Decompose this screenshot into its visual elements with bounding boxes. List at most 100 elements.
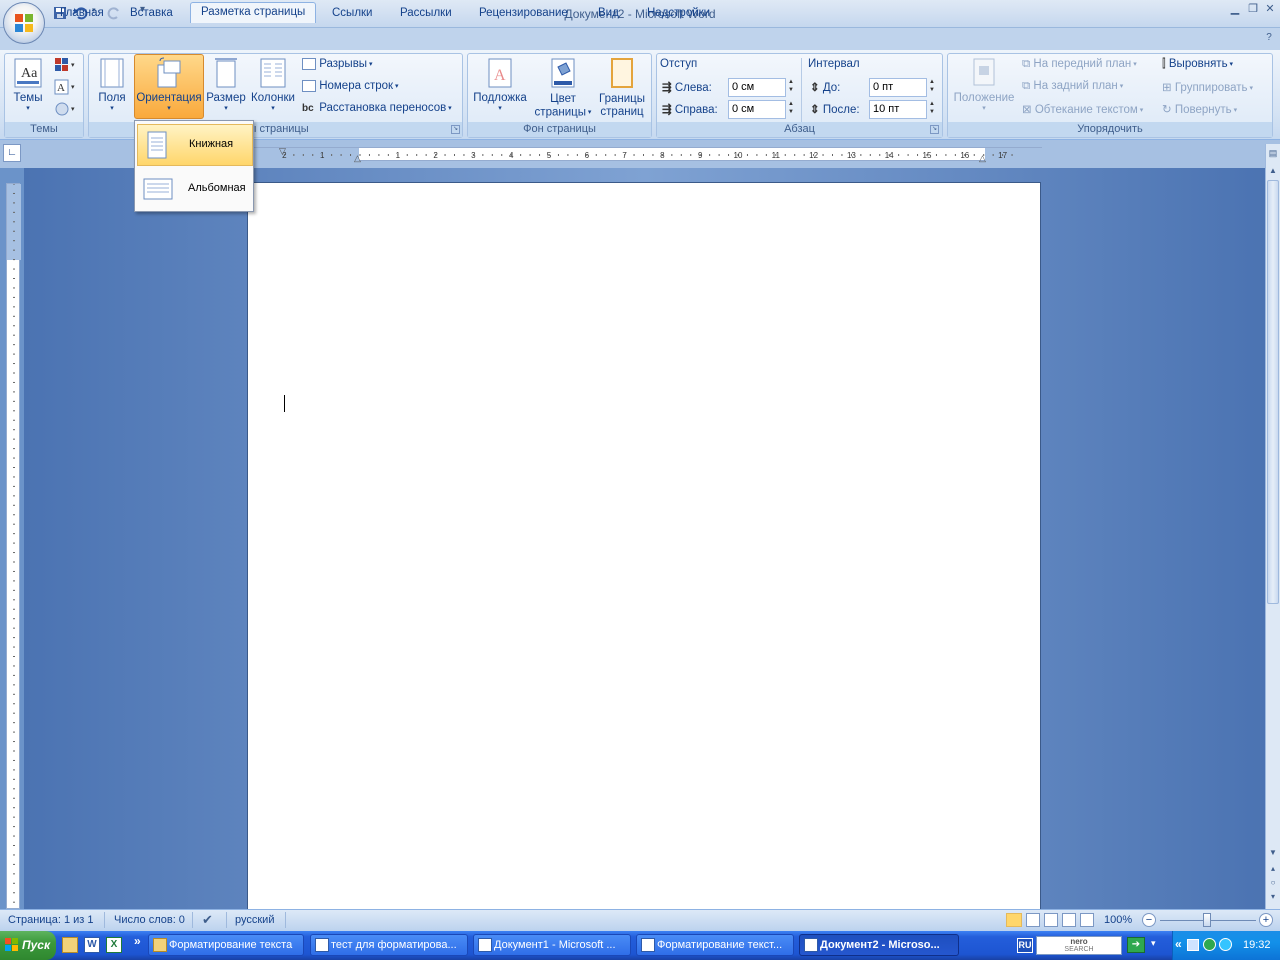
word-doc-icon bbox=[804, 938, 818, 952]
spacing-after-input[interactable]: 10 пт bbox=[869, 100, 927, 119]
proofing-icon[interactable]: ✔ bbox=[202, 912, 213, 928]
prev-page-icon[interactable]: ▴ bbox=[1267, 864, 1279, 876]
watermark-button[interactable]: A Подложка ▾ bbox=[472, 57, 528, 112]
tab-page-layout[interactable]: Разметка страницы bbox=[190, 2, 317, 23]
send-back-button[interactable]: ⧉ На задний план ▾ bbox=[1022, 80, 1123, 93]
group-button[interactable]: ⊞ Группировать ▾ bbox=[1162, 80, 1253, 94]
taskbar-item-2[interactable]: Документ1 - Microsoft ... bbox=[473, 934, 631, 956]
page-count[interactable]: Страница: 1 из 1 bbox=[8, 914, 94, 926]
view-ruler-icon[interactable]: ▤ bbox=[1267, 148, 1279, 162]
tab-addins[interactable]: Надстройки bbox=[637, 4, 720, 22]
theme-effects-icon[interactable]: ▾ bbox=[54, 101, 78, 117]
rotate-button[interactable]: ↻ Повернуть ▾ bbox=[1162, 102, 1237, 116]
vertical-ruler[interactable] bbox=[6, 183, 21, 909]
indent-right-text: Справа: bbox=[674, 104, 718, 116]
first-indent-marker[interactable]: ▽ bbox=[279, 146, 286, 157]
size-button[interactable]: Размер ▾ bbox=[206, 57, 246, 112]
divider bbox=[801, 58, 802, 122]
indent-left-spinner[interactable]: ▲ ▼ bbox=[786, 78, 796, 94]
indent-right-spinner[interactable]: ▲ ▼ bbox=[786, 100, 796, 116]
indent-right-input[interactable]: 0 см bbox=[728, 100, 786, 119]
wrap-text-button[interactable]: ⊠ Обтекание текстом ▾ bbox=[1022, 102, 1143, 116]
tab-home[interactable]: Главная bbox=[50, 4, 114, 22]
page-borders-button[interactable]: Границы страниц bbox=[596, 57, 648, 119]
minimize-button[interactable]: ▁ bbox=[1226, 2, 1244, 16]
indent-left-input[interactable]: 0 см bbox=[728, 78, 786, 97]
network-icon[interactable] bbox=[1187, 939, 1199, 951]
nero-search-box[interactable]: nero SEARCH bbox=[1036, 936, 1122, 955]
language-indicator[interactable]: RU bbox=[1017, 938, 1033, 953]
themes-button[interactable]: Aa Темы ▾ bbox=[8, 57, 48, 112]
line-numbers-button[interactable]: Номера строк ▾ bbox=[302, 80, 399, 92]
horizontal-ruler[interactable]: 211234567891011121314151617 bbox=[246, 147, 1043, 162]
web-layout-icon[interactable] bbox=[1044, 913, 1058, 927]
next-page-icon[interactable]: ▾ bbox=[1267, 892, 1279, 904]
restore-button[interactable]: ❐ bbox=[1244, 2, 1262, 16]
close-button[interactable]: ✕ bbox=[1261, 2, 1279, 16]
messenger-icon[interactable] bbox=[1219, 938, 1232, 951]
taskbar-item-0[interactable]: Форматирование текста bbox=[148, 934, 304, 956]
draft-icon[interactable] bbox=[1080, 913, 1094, 927]
indent-left-icon: ⇶ bbox=[662, 82, 672, 94]
word-count[interactable]: Число слов: 0 bbox=[114, 914, 185, 926]
tab-selector[interactable]: ∟ bbox=[3, 144, 21, 162]
tab-insert[interactable]: Вставка bbox=[120, 4, 183, 22]
taskbar-item-4[interactable]: Документ2 - Microso... bbox=[799, 934, 959, 956]
quicklaunch-more-icon[interactable]: » bbox=[134, 934, 141, 948]
tab-review[interactable]: Рецензирование bbox=[469, 4, 578, 22]
browse-object-icon[interactable]: ○ bbox=[1267, 878, 1279, 890]
help-icon[interactable]: ? bbox=[1262, 32, 1276, 46]
breaks-button[interactable]: Разрывы ▾ bbox=[302, 58, 373, 70]
orientation-landscape[interactable]: Альбомная bbox=[137, 168, 253, 210]
themes-icon: Aa bbox=[14, 58, 42, 88]
taskbar-item-1[interactable]: тест для форматирова... bbox=[310, 934, 468, 956]
antivirus-icon[interactable] bbox=[1203, 938, 1216, 951]
start-button[interactable]: Пуск bbox=[0, 931, 56, 960]
scroll-up-icon[interactable]: ▲ bbox=[1267, 166, 1279, 178]
outline-icon[interactable] bbox=[1062, 913, 1076, 927]
indent-left-text: Слева: bbox=[674, 82, 712, 94]
vertical-scrollbar[interactable]: ▤ ▲ ▼ ▴ ○ ▾ bbox=[1265, 144, 1280, 910]
language[interactable]: русский bbox=[235, 914, 274, 926]
align-button[interactable]: ⫿ Выровнять ▾ bbox=[1162, 58, 1233, 71]
zoom-out-icon[interactable]: − bbox=[1142, 913, 1156, 927]
page-setup-launcher[interactable]: ↘ bbox=[451, 125, 460, 134]
scroll-thumb[interactable] bbox=[1267, 180, 1279, 604]
tab-references[interactable]: Ссылки bbox=[322, 4, 383, 22]
theme-colors-icon[interactable]: ▾ bbox=[54, 57, 78, 73]
hyphenation-button[interactable]: bc Расстановка переносов ▾ bbox=[302, 102, 452, 114]
spacing-before-input[interactable]: 0 пт bbox=[869, 78, 927, 97]
nero-go-icon[interactable]: ➔ bbox=[1127, 937, 1145, 953]
bring-front-button[interactable]: ⧉ На передний план ▾ bbox=[1022, 58, 1137, 71]
page-color-button[interactable]: Цвет страницы ▾ bbox=[532, 57, 594, 120]
orientation-button[interactable]: Ориентация ▾ bbox=[134, 54, 204, 119]
print-layout-icon[interactable] bbox=[1006, 913, 1022, 927]
position-button[interactable]: Положение ▾ bbox=[952, 57, 1016, 112]
theme-fonts-icon[interactable]: A ▾ bbox=[54, 79, 78, 95]
zoom-thumb[interactable] bbox=[1203, 913, 1211, 927]
taskbar-item-3[interactable]: Форматирование текст... bbox=[636, 934, 794, 956]
zoom-level[interactable]: 100% bbox=[1104, 914, 1132, 926]
clock[interactable]: 19:32 bbox=[1243, 939, 1271, 951]
office-button[interactable] bbox=[3, 2, 45, 44]
right-indent-marker[interactable]: △ bbox=[979, 153, 986, 164]
spacing-before-spinner[interactable]: ▲ ▼ bbox=[927, 78, 937, 94]
folder-quicklaunch-icon[interactable] bbox=[62, 937, 78, 953]
zoom-in-icon[interactable]: + bbox=[1259, 913, 1273, 927]
paragraph-launcher[interactable]: ↘ bbox=[930, 125, 939, 134]
excel-quicklaunch-icon[interactable]: X bbox=[106, 937, 122, 953]
nero-dropdown-icon[interactable]: ▾ bbox=[1151, 938, 1156, 949]
tray-expand-icon[interactable]: « bbox=[1175, 937, 1182, 951]
scroll-down-icon[interactable]: ▼ bbox=[1267, 848, 1279, 860]
tab-mailings[interactable]: Рассылки bbox=[390, 4, 462, 22]
tab-view[interactable]: Вид bbox=[588, 4, 629, 22]
columns-button[interactable]: Колонки ▾ bbox=[248, 57, 298, 112]
full-screen-icon[interactable] bbox=[1026, 913, 1040, 927]
left-indent-marker[interactable]: △ bbox=[354, 153, 361, 164]
document-page[interactable] bbox=[247, 182, 1041, 922]
margins-button[interactable]: Поля ▾ bbox=[94, 57, 130, 112]
spacing-after-spinner[interactable]: ▲ ▼ bbox=[927, 100, 937, 116]
spacing-before-label: ⇕ До: bbox=[810, 80, 840, 94]
orientation-portrait[interactable]: Книжная bbox=[137, 124, 253, 166]
word-quicklaunch-icon[interactable]: W bbox=[84, 937, 100, 953]
